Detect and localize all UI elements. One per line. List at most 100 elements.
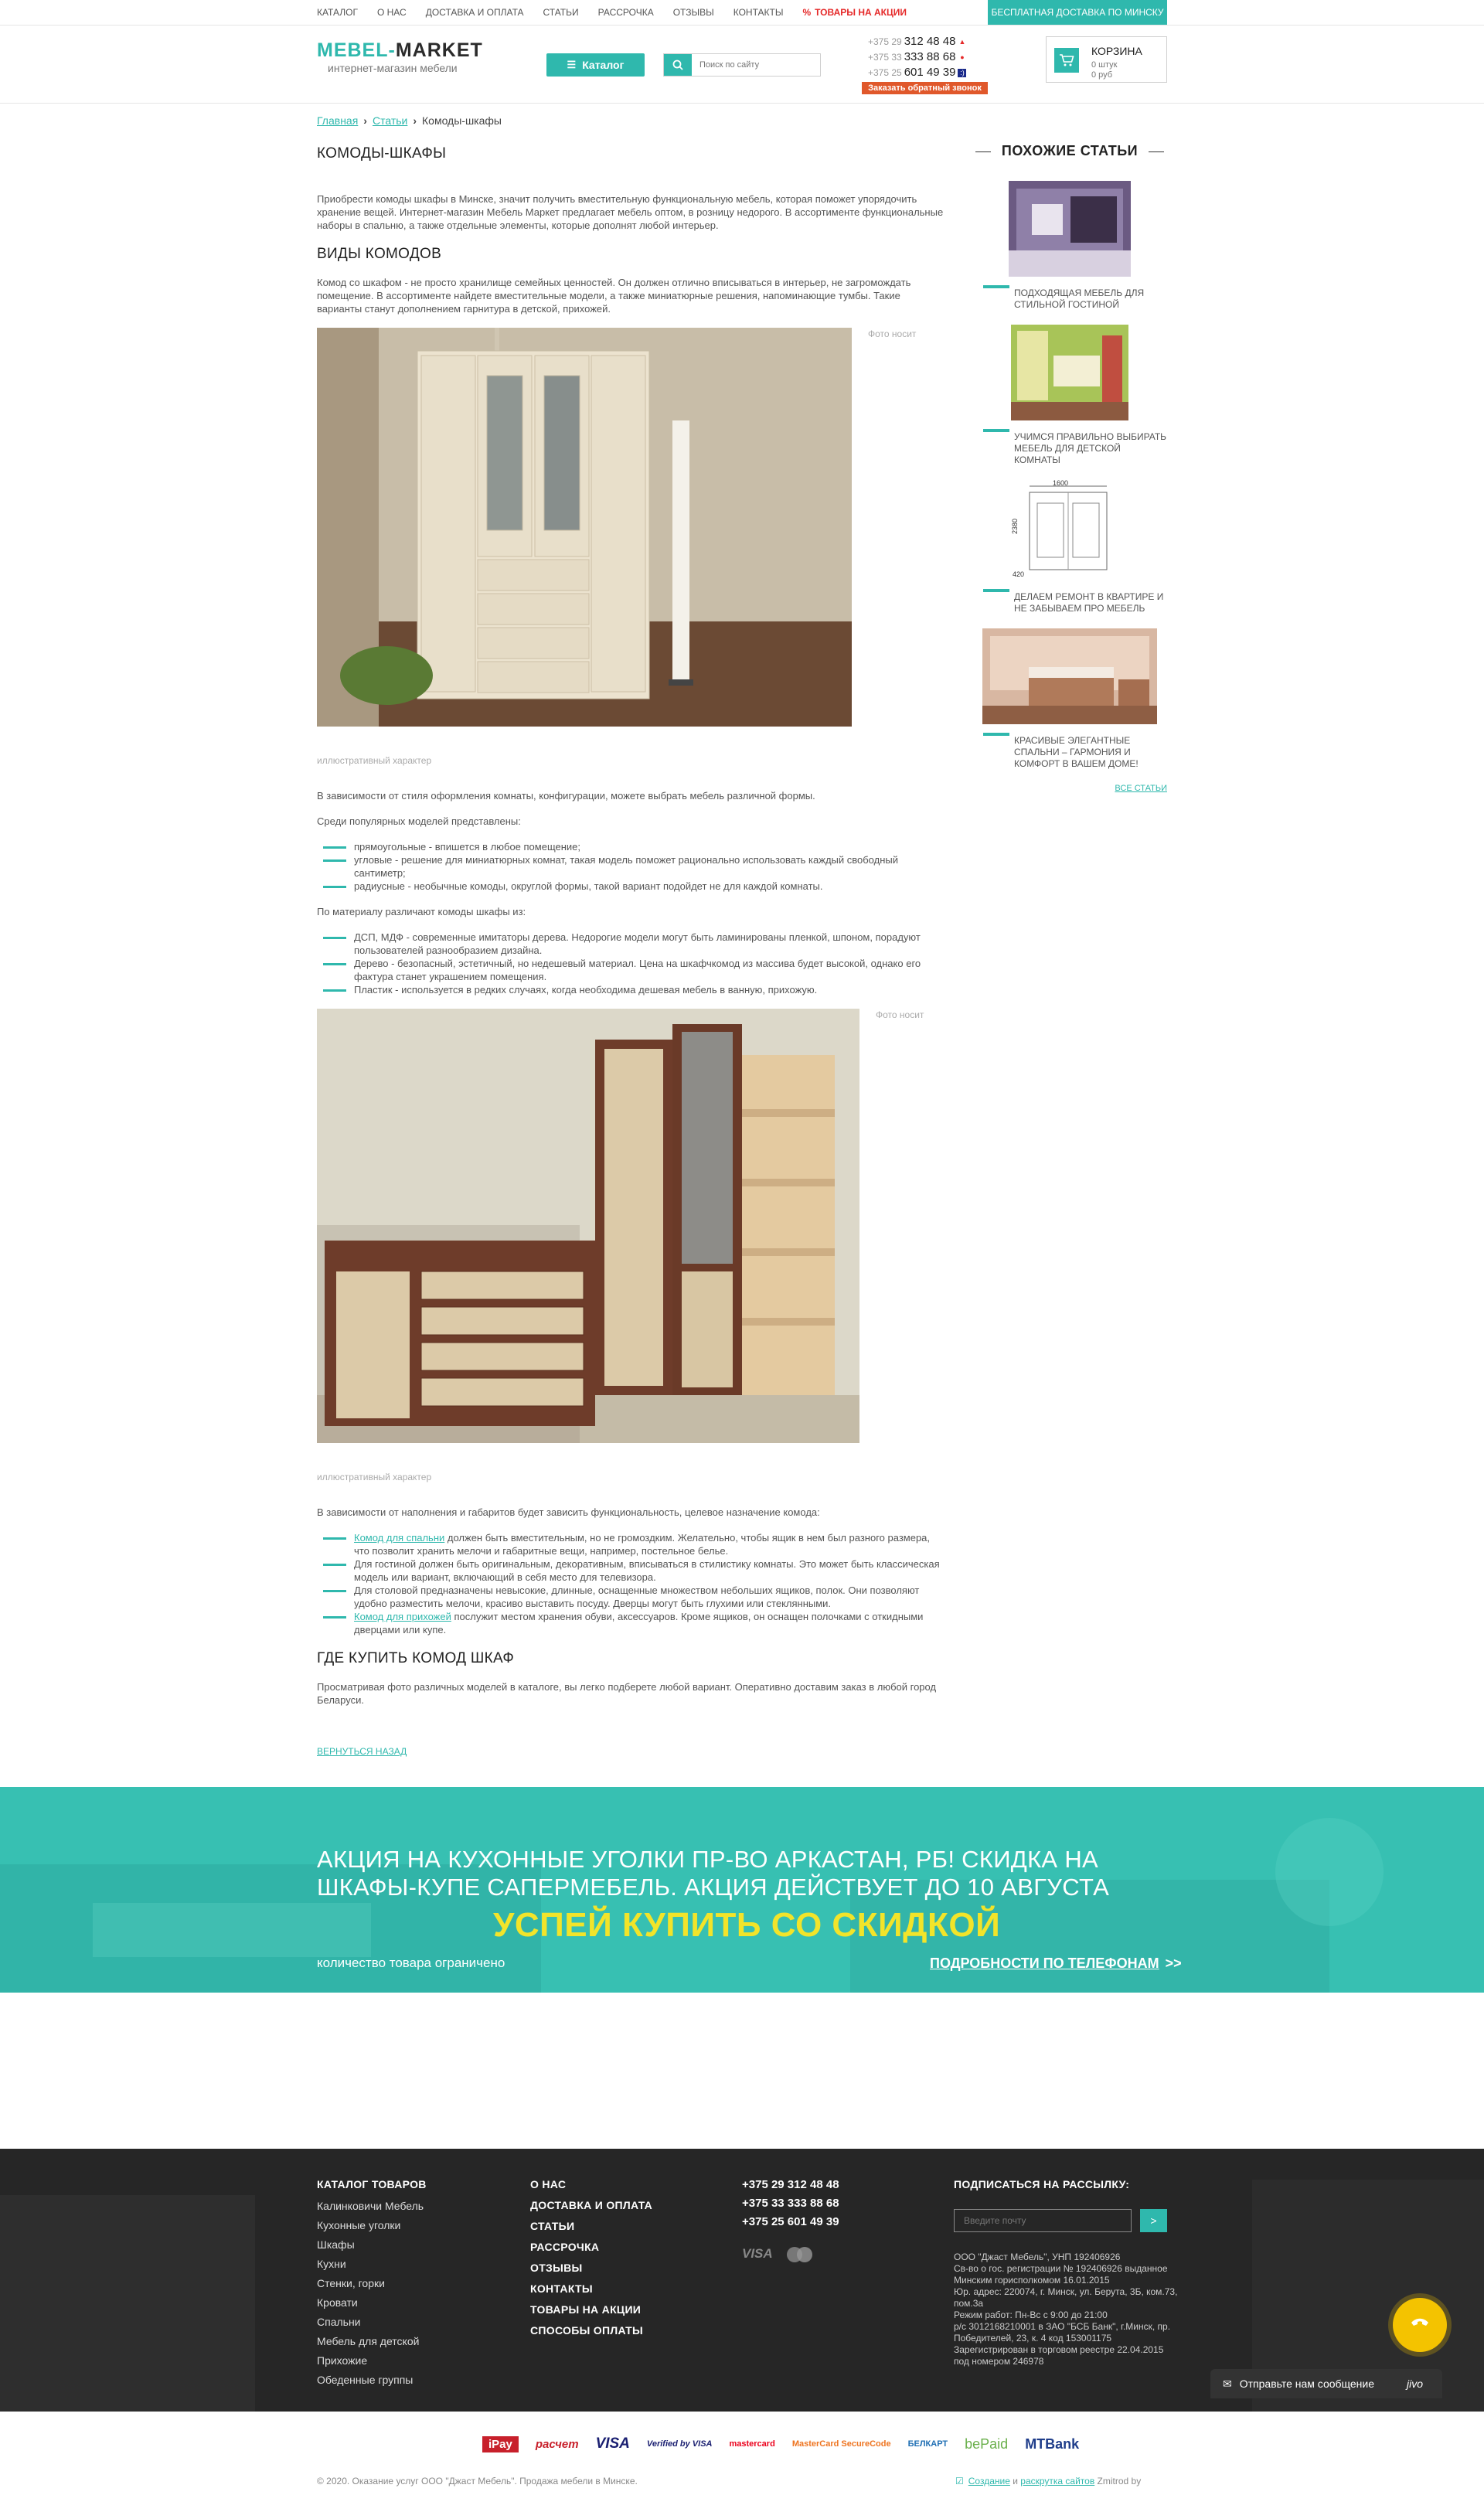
hallway-dresser-link[interactable]: Комод для прихожей <box>354 1611 451 1622</box>
subscribe-email-input[interactable] <box>954 2209 1132 2232</box>
list-item: угловые - решение для миниатюрных комнат… <box>323 853 945 880</box>
chevron-right-icon: › <box>363 114 367 127</box>
free-delivery-banner[interactable]: БЕСПЛАТНАЯ ДОСТАВКА ПО МИНСКУ <box>988 0 1167 25</box>
create-link[interactable]: Создание <box>968 2476 1010 2486</box>
footer-catalog-item[interactable]: Калинковичи Мебель <box>317 2200 427 2219</box>
related-article-title[interactable]: УЧИМСЯ ПРАВИЛЬНО ВЫБИРАТЬ МЕБЕЛЬ ДЛЯ ДЕТ… <box>972 429 1167 466</box>
related-article[interactable]: КРАСИВЫЕ ЭЛЕГАНТНЫЕ СПАЛЬНИ – ГАРМОНИЯ И… <box>972 628 1167 770</box>
search-input[interactable] <box>698 60 817 70</box>
top-nav: КАТАЛОГ О НАС ДОСТАВКА И ОПЛАТА СТАТЬИ Р… <box>0 0 1484 26</box>
material-list: ДСП, МДФ - современные имитаторы дерева.… <box>323 931 945 996</box>
logo[interactable]: MEBEL-MARKET интернет-магазин мебели <box>317 39 483 74</box>
article-material-text: По материалу различают комоды шкафы из: <box>317 906 526 917</box>
section-title-types: ВИДЫ КОМОДОВ <box>317 246 442 262</box>
related-article-thumb[interactable] <box>1009 181 1131 277</box>
footer-menu-item[interactable]: СТАТЬИ <box>530 2220 652 2241</box>
wardrobe-photo-2[interactable] <box>317 1009 859 1443</box>
mts-operator-icon: ● <box>960 53 965 61</box>
wardrobe-drawing-thumb[interactable]: 1600 2380 420 <box>1006 480 1133 580</box>
related-article-title[interactable]: ДЕЛАЕМ РЕМОНТ В КВАРТИРЕ И НЕ ЗАБЫВАЕМ П… <box>972 589 1167 614</box>
footer-catalog-item[interactable]: Обеденные группы <box>317 2374 427 2393</box>
footer-catalog-item[interactable]: Прихожие <box>317 2354 427 2374</box>
company-info: ООО "Джаст Мебель", УНП 192406926 Св-во … <box>954 2252 1178 2367</box>
footer-catalog-item[interactable]: Шкафы <box>317 2238 427 2258</box>
photo-block-2: Фото носит <box>317 1009 945 1443</box>
nav-about[interactable]: О НАС <box>377 7 407 18</box>
breadcrumb-current: Комоды-шкафы <box>422 114 502 127</box>
footer-catalog-title[interactable]: КАТАЛОГ ТОВАРОВ <box>317 2178 427 2190</box>
ipay-icon: iPay <box>482 2435 519 2452</box>
raschet-icon: расчет <box>535 2437 579 2451</box>
photo-note-2: Фото носит <box>876 1009 924 1020</box>
footer-phone[interactable]: +375 25 601 49 39 <box>742 2215 839 2234</box>
mtbank-icon: MTBank <box>1025 2435 1080 2452</box>
phone-call-icon[interactable] <box>1393 2298 1447 2352</box>
footer-menu-item[interactable]: О НАС <box>530 2178 652 2199</box>
footer-catalog: КАТАЛОГ ТОВАРОВ Калинковичи Мебель Кухон… <box>317 2178 427 2393</box>
nav-installment[interactable]: РАССРОЧКА <box>598 7 654 18</box>
photo-note-1: Фото носит <box>868 328 917 339</box>
breadcrumb-articles[interactable]: Статьи <box>373 114 407 127</box>
list-item: Для гостиной должен быть оригинальным, д… <box>323 1557 945 1584</box>
header-phones: +375 29 312 48 48 ▲ +375 33 333 88 68 ● +375… <box>868 35 975 81</box>
wardrobe-photo-1[interactable] <box>317 328 852 727</box>
nav-reviews[interactable]: ОТЗЫВЫ <box>673 7 714 18</box>
search-icon[interactable] <box>664 54 692 76</box>
phone-1[interactable]: +375 29 312 48 48 ▲ <box>868 35 975 50</box>
nav-catalog[interactable]: КАТАЛОГ <box>317 7 358 18</box>
related-article-title[interactable]: КРАСИВЫЕ ЭЛЕГАНТНЫЕ СПАЛЬНИ – ГАРМОНИЯ И… <box>972 733 1167 770</box>
callback-button[interactable]: Заказать обратный звонок <box>862 82 988 94</box>
subscribe-button[interactable]: > <box>1140 2209 1167 2232</box>
footer-catalog-item[interactable]: Стенки, горки <box>317 2277 427 2296</box>
checkmark-icon: ☑ <box>955 2476 964 2486</box>
footer-catalog-item[interactable]: Спальни <box>317 2316 427 2335</box>
breadcrumb-home[interactable]: Главная <box>317 114 358 127</box>
developer-credit: ☑ Создание и раскрутка сайтов Zmitrod by <box>955 2476 1142 2486</box>
footer-phone[interactable]: +375 33 333 88 68 <box>742 2197 839 2215</box>
footer-menu-item[interactable]: КОНТАКТЫ <box>530 2282 652 2303</box>
related-article[interactable]: ПОДХОДЯЩАЯ МЕБЕЛЬ ДЛЯ СТИЛЬНОЙ ГОСТИНОЙ <box>972 181 1167 311</box>
page-title: КОМОДЫ-ШКАФЫ <box>317 145 447 162</box>
footer-menu-item[interactable]: РАССРОЧКА <box>530 2241 652 2262</box>
phone-3[interactable]: +375 25 601 49 39:) <box>868 66 975 81</box>
footer-payment-logos: VISA <box>742 2246 839 2262</box>
nav-promo[interactable]: ТОВАРЫ НА АКЦИИ <box>802 7 907 18</box>
banner-cta[interactable]: УСПЕЙ КУПИТЬ СО СКИДКОЙ <box>493 1906 1000 1945</box>
phone-2[interactable]: +375 33 333 88 68 ● <box>868 50 975 66</box>
related-article-thumb[interactable] <box>1011 325 1128 420</box>
bedroom-dresser-link[interactable]: Комод для спальни <box>354 1532 444 1544</box>
back-link[interactable]: ВЕРНУТЬСЯ НАЗАД <box>317 1745 407 1758</box>
banner-details-link[interactable]: ПОДРОБНОСТИ ПО ТЕЛЕФОНАМ >> <box>930 1955 1182 1972</box>
promotion-link[interactable]: раскрутка сайтов <box>1020 2476 1094 2486</box>
footer-menu-item[interactable]: ОТЗЫВЫ <box>530 2262 652 2282</box>
a1-operator-icon: ▲ <box>958 37 967 46</box>
nav-delivery[interactable]: ДОСТАВКА И ОПЛАТА <box>426 7 524 18</box>
footer-catalog-item[interactable]: Кровати <box>317 2296 427 2316</box>
related-article-thumb[interactable] <box>982 628 1157 724</box>
footer-menu-item[interactable]: СПОСОБЫ ОПЛАТЫ <box>530 2324 652 2345</box>
related-article[interactable]: 1600 2380 420 ДЕЛАЕМ РЕМОНТ В КВАРТИРЕ И… <box>972 480 1167 614</box>
cart-sum: 0 руб <box>1091 70 1113 80</box>
menu-icon: ☰ <box>567 59 577 70</box>
footer-catalog-item[interactable]: Мебель для детской <box>317 2335 427 2354</box>
catalog-button[interactable]: ☰ Каталог <box>546 53 645 77</box>
footer-catalog-item[interactable]: Кухонные уголки <box>317 2219 427 2238</box>
nav-articles[interactable]: СТАТЬИ <box>543 7 579 18</box>
footer-catalog-item[interactable]: Кухни <box>317 2258 427 2277</box>
chat-widget[interactable]: ✉ Отправьте нам сообщение jivo <box>1210 2369 1442 2398</box>
visa-icon: VISA <box>742 2246 773 2261</box>
payment-logos: iPay расчет VISA Verified by VISA master… <box>482 2427 1096 2461</box>
related-article-title[interactable]: ПОДХОДЯЩАЯ МЕБЕЛЬ ДЛЯ СТИЛЬНОЙ ГОСТИНОЙ <box>972 285 1167 311</box>
all-articles-link[interactable]: ВСЕ СТАТЬИ <box>972 784 1167 793</box>
sidebar-related-articles: ПОХОЖИЕ СТАТЬИ ПОДХОДЯЩАЯ МЕБЕЛЬ ДЛЯ СТИ… <box>972 143 1167 793</box>
article-buy-text: Просматривая фото различных моделей в ка… <box>317 1681 937 1706</box>
related-article[interactable]: УЧИМСЯ ПРАВИЛЬНО ВЫБИРАТЬ МЕБЕЛЬ ДЛЯ ДЕТ… <box>972 325 1167 466</box>
promo-banner[interactable]: АКЦИЯ НА КУХОННЫЕ УГОЛКИ ПР-ВО АРКАСТАН,… <box>0 1787 1484 1993</box>
footer-phone[interactable]: +375 29 312 48 48 <box>742 2178 839 2197</box>
copyright: © 2020. Оказание услуг ООО "Джаст Мебель… <box>317 2476 638 2486</box>
footer-menu-item[interactable]: ТОВАРЫ НА АКЦИИ <box>530 2303 652 2324</box>
footer-menu-item[interactable]: ДОСТАВКА И ОПЛАТА <box>530 2199 652 2220</box>
cart[interactable]: КОРЗИНА 0 штук 0 руб <box>1046 36 1167 83</box>
nav-contacts[interactable]: КОНТАКТЫ <box>733 7 784 18</box>
bottom-bar: © 2020. Оказание услуг ООО "Джаст Мебель… <box>0 2469 1484 2495</box>
